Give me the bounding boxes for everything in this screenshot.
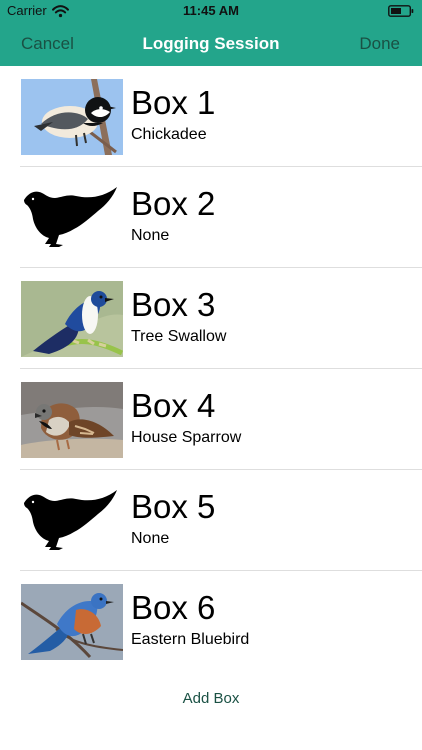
done-button[interactable]: Done — [359, 34, 400, 54]
box-row-4[interactable]: Box 4 House Sparrow — [0, 369, 422, 470]
box-species: Chickadee — [131, 126, 207, 143]
bird-silhouette-icon — [21, 483, 123, 559]
box-species: Eastern Bluebird — [131, 631, 250, 648]
logging-session-screen: Carrier 11:45 AM Cancel Logging Session … — [0, 0, 422, 750]
box-species: None — [131, 530, 170, 547]
box-row-3[interactable]: Box 3 Tree Swallow — [0, 268, 422, 369]
bird-silhouette-icon — [21, 180, 123, 256]
box-species: None — [131, 227, 170, 244]
box-row-5[interactable]: Box 5 None — [0, 470, 422, 571]
status-bar: Carrier 11:45 AM — [0, 0, 422, 22]
navigation-bar: Cancel Logging Session Done — [0, 22, 422, 66]
box-species: House Sparrow — [131, 429, 242, 446]
box-species: Tree Swallow — [131, 328, 227, 345]
box-title: Box 1 — [131, 84, 216, 121]
box-row-6[interactable]: Box 6 Eastern Bluebird — [0, 571, 422, 672]
box-list: Box 1 Chickadee Box 2 None Box 3 Tree Sw… — [0, 66, 422, 672]
battery-icon — [388, 5, 414, 17]
time-label: 11:45 AM — [183, 3, 239, 18]
chickadee-photo — [21, 79, 123, 155]
eastern-bluebird-photo — [21, 584, 123, 660]
box-title: Box 3 — [131, 286, 216, 323]
tree-swallow-photo — [21, 281, 123, 357]
box-title: Box 5 — [131, 488, 216, 525]
top-bar: Carrier 11:45 AM Cancel Logging Session … — [0, 0, 422, 66]
house-sparrow-photo — [21, 382, 123, 458]
box-title: Box 6 — [131, 589, 216, 626]
add-box-button[interactable]: Add Box — [0, 689, 422, 709]
box-title: Box 4 — [131, 387, 216, 424]
box-row-1[interactable]: Box 1 Chickadee — [0, 66, 422, 167]
box-title: Box 2 — [131, 185, 216, 222]
box-row-2[interactable]: Box 2 None — [0, 167, 422, 268]
